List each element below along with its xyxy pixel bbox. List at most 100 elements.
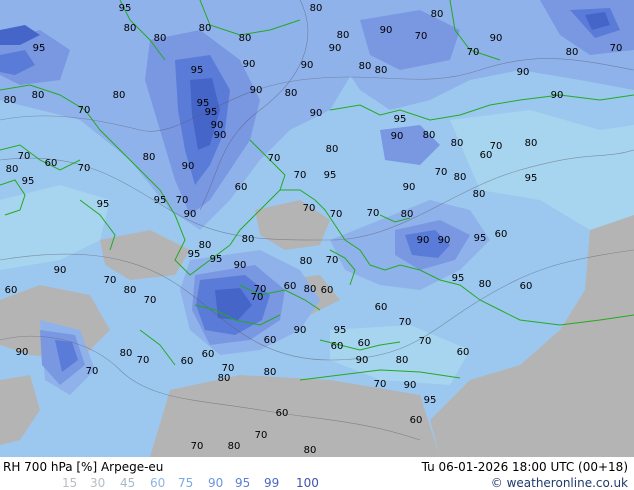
legend-item-75: 75 (178, 476, 194, 490)
isoline-label: 60 (276, 408, 289, 419)
isoline-label: 80 (304, 284, 317, 295)
isoline-label: 95 (210, 254, 223, 265)
isoline-label: 90 (250, 85, 263, 96)
isoline-label: 70 (268, 153, 281, 164)
isoline-label: 90 (184, 209, 197, 220)
legend-item-15: 15 (62, 476, 78, 490)
isoline-label: 95 (154, 195, 167, 206)
isoline-label: 80 (264, 367, 277, 378)
isoline-label: 90 (294, 325, 307, 336)
isoline-label: 80 (242, 234, 255, 245)
humidity-map: 95 808080 80 908080 80 7070959090 7080809590 90… (0, 0, 634, 457)
isoline-label: 95 (525, 173, 538, 184)
isoline-label: 70 (467, 47, 480, 58)
isoline-label: 60 (284, 281, 297, 292)
isoline-label: 90 (301, 60, 314, 71)
isoline-label: 80 (401, 209, 414, 220)
isoline-label: 60 (457, 347, 470, 358)
isoline-label: 80 (285, 88, 298, 99)
isoline-label: 80 (396, 355, 409, 366)
isoline-label: 95 (33, 43, 46, 54)
legend-item-95: 95 (235, 476, 251, 490)
legend-item-99: 99 (264, 476, 280, 490)
isoline-label: 90 (243, 59, 256, 70)
footer: RH 700 hPa [%] Arpege-eu Tu 06-01-2026 1… (0, 457, 634, 490)
legend-item-100: 100 (296, 476, 319, 490)
isoline-label: 70 (137, 355, 150, 366)
isoline-label: 80 (113, 90, 126, 101)
isoline-label: 60 (375, 302, 388, 313)
isoline-label: 90 (310, 108, 323, 119)
isoline-label: 80 (451, 138, 464, 149)
isoline-label: 60 (410, 415, 423, 426)
isoline-label: 70 (415, 31, 428, 42)
isoline-label: 80 (454, 172, 467, 183)
isoline-label: 70 (399, 317, 412, 328)
isoline-label: 80 (479, 279, 492, 290)
isoline-label: 60 (235, 182, 248, 193)
isoline-label: 95 (394, 114, 407, 125)
isoline-label: 70 (255, 430, 268, 441)
isoline-label: 70 (78, 105, 91, 116)
isoline-label: 90 (211, 120, 224, 131)
isoline-label: 95 (191, 65, 204, 76)
isoline-label: 70 (251, 292, 264, 303)
isoline-label: 90 (54, 265, 67, 276)
map-title: RH 700 hPa [%] Arpege-eu (3, 460, 164, 474)
isoline-label: 80 (228, 441, 241, 452)
isoline-label: 60 (264, 335, 277, 346)
isoline-label: 95 (474, 233, 487, 244)
isoline-label: 80 (359, 61, 372, 72)
legend-item-90: 90 (208, 476, 224, 490)
isoline-label: 90 (417, 235, 430, 246)
isoline-label: 70 (367, 208, 380, 219)
legend-item-45: 45 (120, 476, 136, 490)
isoline-label: 60 (495, 229, 508, 240)
isoline-label: 60 (520, 281, 533, 292)
isoline-label: 70 (374, 379, 387, 390)
isoline-label: 90 (403, 182, 416, 193)
isoline-label: 90 (551, 90, 564, 101)
isoline-label: 60 (358, 338, 371, 349)
site-credit[interactable]: © weatheronline.co.uk (491, 476, 628, 490)
isoline-label: 90 (234, 260, 247, 271)
isoline-label: 70 (326, 255, 339, 266)
isoline-label: 70 (18, 151, 31, 162)
isoline-label: 95 (205, 107, 218, 118)
isoline-label: 70 (104, 275, 117, 286)
isoline-label: 95 (119, 3, 132, 14)
isoline-label: 80 (199, 23, 212, 34)
isoline-label: 95 (324, 170, 337, 181)
isoline-label: 80 (566, 47, 579, 58)
isoline-label: 80 (337, 30, 350, 41)
isoline-label: 80 (431, 9, 444, 20)
isoline-label: 80 (525, 138, 538, 149)
isoline-label: 60 (202, 349, 215, 360)
isoline-label: 95 (424, 395, 437, 406)
isoline-label: 60 (321, 285, 334, 296)
isoline-label: 80 (300, 256, 313, 267)
isoline-label: 60 (45, 158, 58, 169)
isoline-label: 95 (334, 325, 347, 336)
isoline-label: 70 (419, 336, 432, 347)
isoline-label: 90 (517, 67, 530, 78)
isoline-label: 70 (303, 203, 316, 214)
isoline-label: 80 (124, 23, 137, 34)
isoline-label: 80 (4, 95, 17, 106)
isoline-label: 90 (214, 130, 227, 141)
isoline-label: 80 (218, 373, 231, 384)
isoline-label: 80 (310, 3, 323, 14)
isoline-label: 70 (191, 441, 204, 452)
isoline-label: 60 (181, 356, 194, 367)
isoline-label: 70 (86, 366, 99, 377)
isoline-label: 80 (6, 164, 19, 175)
isoline-label: 70 (176, 195, 189, 206)
isoline-label: 90 (380, 25, 393, 36)
isoline-label: 80 (239, 33, 252, 44)
isoline-label: 95 (452, 273, 465, 284)
isoline-label: 80 (473, 189, 486, 200)
valid-time: Tu 06-01-2026 18:00 UTC (00+18) (421, 460, 628, 474)
isoline-label: 80 (143, 152, 156, 163)
isoline-label: 90 (182, 161, 195, 172)
isoline-label: 80 (120, 348, 133, 359)
